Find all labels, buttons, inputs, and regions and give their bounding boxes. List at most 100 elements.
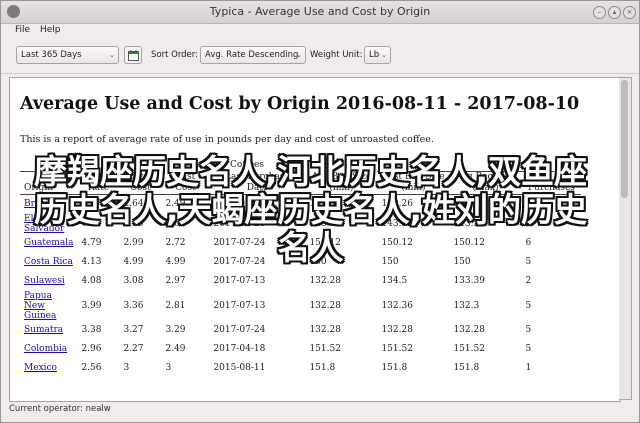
menu-file[interactable]: File	[15, 25, 30, 35]
table-row: Sumatra 3.38 3.27 3.29 2017-07-24 132.28 132.2…	[20, 321, 581, 340]
table-cell: 151.8	[309, 363, 336, 373]
vertical-scrollbar[interactable]	[619, 77, 632, 400]
table-cell: 3.29	[165, 325, 186, 335]
table-cell: 2.56	[81, 363, 102, 373]
column-header: Origin	[20, 171, 78, 195]
table-cell: 160.26	[381, 199, 413, 209]
table-cell: 5	[525, 218, 532, 229]
table-cell: 132.28	[309, 300, 341, 311]
table-cell: 2.64	[123, 199, 144, 209]
table-cell: 151.52	[453, 344, 485, 354]
table-cell: 143.32	[453, 218, 485, 229]
table-cell: 5	[525, 300, 532, 311]
report-view[interactable]: Average Use and Cost by Origin 2016-08-1…	[9, 77, 621, 402]
table-cell: 2.49	[165, 199, 186, 209]
origin-link[interactable]: El Salvador	[24, 214, 64, 234]
table-row: El Salvador 6.51 3.55 3.68 2017-06-28 143.32 1…	[20, 214, 581, 234]
table-row: Papua New Guinea 3.99 3.36 2.81 2017-07-13 13…	[20, 291, 581, 321]
weight-unit-select[interactable]: Lb ⌄	[364, 46, 391, 64]
table-cell: 6.51	[81, 218, 102, 229]
table-cell: 4.99	[123, 257, 144, 267]
chevron-down-icon: ⌄	[109, 51, 115, 59]
table-cell: 150	[381, 257, 399, 267]
scrollbar-thumb[interactable]	[621, 80, 628, 198]
menu-bar: File Help	[1, 23, 639, 39]
table-cell: 3.55	[123, 218, 144, 229]
origin-link[interactable]: Guatemala	[24, 238, 73, 248]
table-cell: 150.12	[381, 238, 413, 248]
table-cell: 4.99	[165, 257, 186, 267]
origin-link[interactable]: Costa Rica	[24, 257, 73, 267]
table-cell: 3.08	[123, 276, 144, 286]
table-row: Sulawesi 4.08 3.08 2.97 2017-07-13 132.28 134.…	[20, 272, 581, 291]
report-title: Average Use and Cost by Origin 2016-08-1…	[20, 94, 580, 114]
weight-unit-value: Lb	[369, 50, 380, 60]
weight-unit-label: Weight Unit:	[310, 50, 363, 60]
origin-link[interactable]: Mexico	[24, 363, 57, 373]
table-cell: 2.99	[123, 238, 144, 248]
table-cell: 132.28	[309, 325, 341, 335]
column-header: Last Purchase Date	[209, 171, 306, 195]
maximize-icon[interactable]: ▴	[608, 6, 621, 19]
table-cell: 132.36	[381, 300, 413, 311]
table-cell: 150.12	[453, 238, 485, 248]
table-cell: 132.3	[453, 300, 480, 311]
table-cell: 143.32	[309, 218, 341, 229]
origin-link[interactable]: Sumatra	[24, 325, 63, 335]
table-cell: 142.54	[309, 199, 341, 209]
table-cell: 132.28	[309, 276, 341, 286]
table-cell: 2.81	[165, 300, 186, 311]
table-cell: 132.28	[453, 325, 485, 335]
table-row: Colombia 2.96 2.27 2.49 2017-04-18 151.52 151.…	[20, 340, 581, 359]
calendar-button[interactable]	[124, 46, 142, 64]
column-header: Avg Bag Size (min)	[305, 171, 378, 195]
table-cell: 3.27	[123, 325, 144, 335]
menu-help[interactable]: Help	[40, 25, 61, 35]
status-bar: Current operator: nealw	[9, 404, 111, 414]
table-cell: 2017-05-04	[213, 199, 266, 209]
table-row: Mexico 2.56 3 3 2015-08-11 151.8 151.8 151.8 1	[20, 359, 581, 378]
table-cell: 5	[525, 199, 532, 209]
table-cell: 150.12	[309, 238, 341, 248]
table-cell: 133.39	[453, 276, 485, 286]
table-cell: 2015-08-11	[213, 363, 266, 373]
table-cell: 4.79	[81, 238, 102, 248]
sort-order-select[interactable]: Avg. Rate Descending ⌄	[200, 46, 306, 64]
minimize-icon[interactable]: –	[593, 6, 606, 19]
toolbar: Last 365 Days ⌄ Sort Order: Avg. Rate De…	[1, 39, 639, 74]
table-cell: 134.5	[381, 276, 408, 286]
date-range-select[interactable]: Last 365 Days ⌄	[16, 46, 119, 64]
table-cell: 3.38	[81, 325, 102, 335]
table-cell: 3.68	[165, 218, 186, 229]
group-header: Regular Coffees	[190, 160, 264, 170]
table-cell: 9.57	[81, 199, 102, 209]
origin-link[interactable]: Colombia	[24, 344, 67, 354]
origin-link[interactable]: Brazil	[24, 199, 51, 209]
table-cell: 2017-06-28	[213, 218, 266, 229]
close-icon[interactable]: ×	[623, 6, 636, 19]
table-cell: 2017-04-18	[213, 344, 266, 354]
title-bar: Typica - Average Use and Cost by Origin …	[1, 1, 639, 24]
table-cell: 3.36	[123, 300, 144, 311]
table-cell: 143.32	[381, 218, 413, 229]
date-range-value: Last 365 Days	[21, 50, 82, 60]
table-cell: 5	[525, 344, 532, 354]
table-cell: 2017-07-24	[213, 257, 266, 267]
chevron-down-icon: ⌄	[381, 51, 387, 59]
column-header: Last Cost	[161, 171, 210, 195]
table-cell: 4.08	[81, 276, 102, 286]
table-cell: 3.99	[81, 300, 102, 311]
column-header: Avg Cost	[119, 171, 162, 195]
origin-link[interactable]: Papua New Guinea	[24, 291, 56, 321]
calendar-icon	[128, 50, 139, 61]
table-cell: 3	[165, 363, 172, 373]
column-header: Purchases	[521, 171, 582, 195]
table-row: Brazil 9.57 2.64 2.49 2017-05-04 142.54 160.26…	[20, 194, 581, 214]
table-cell: 5	[525, 257, 532, 267]
column-header: Avg Bag Size (max)	[449, 171, 522, 195]
origin-link[interactable]: Sulawesi	[24, 276, 65, 286]
table-body: Brazil 9.57 2.64 2.49 2017-05-04 142.54 160.26…	[20, 194, 581, 378]
table-row: Guatemala 4.79 2.99 2.72 2017-07-24 150.12 150…	[20, 234, 581, 253]
app-window: Typica - Average Use and Cost by Origin …	[0, 0, 640, 423]
table-cell: 151.52	[309, 344, 341, 354]
